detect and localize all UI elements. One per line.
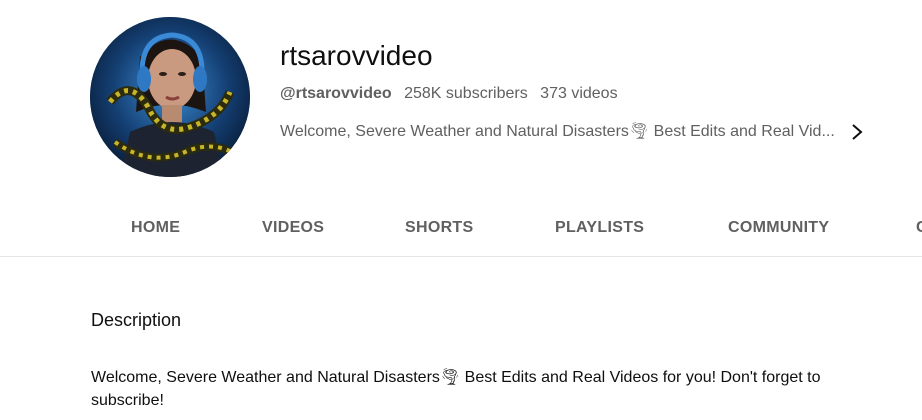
tab-channels-partial[interactable]: C [916, 200, 922, 256]
video-count: 373 videos [540, 85, 618, 102]
channel-about-link[interactable]: Welcome, Severe Weather and Natural Disa… [280, 120, 900, 144]
subscriber-count: 258K subscribers [404, 85, 528, 102]
channel-meta: @rtsarovvideo 258K subscribers 373 video… [280, 82, 618, 106]
avatar-woman-with-snake-icon [90, 17, 250, 177]
channel-tabs: HOME VIDEOS SHORTS PLAYLISTS COMMUNITY C [0, 200, 922, 257]
tab-shorts[interactable]: SHORTS [405, 200, 473, 256]
channel-name: rtsarovvideo [280, 40, 433, 71]
tab-videos[interactable]: VIDEOS [262, 200, 324, 256]
description-body: Welcome, Severe Weather and Natural Disa… [91, 369, 821, 409]
channel-handle: @rtsarovvideo [280, 85, 392, 102]
description-title: Description [91, 310, 182, 330]
tab-playlists[interactable]: PLAYLISTS [555, 200, 644, 256]
tab-community[interactable]: COMMUNITY [728, 200, 829, 256]
about-preview-text: Welcome, Severe Weather and Natural Disa… [280, 123, 835, 140]
avatar[interactable] [90, 17, 250, 177]
tab-home[interactable]: HOME [131, 200, 180, 256]
chevron-right-icon [851, 120, 865, 144]
